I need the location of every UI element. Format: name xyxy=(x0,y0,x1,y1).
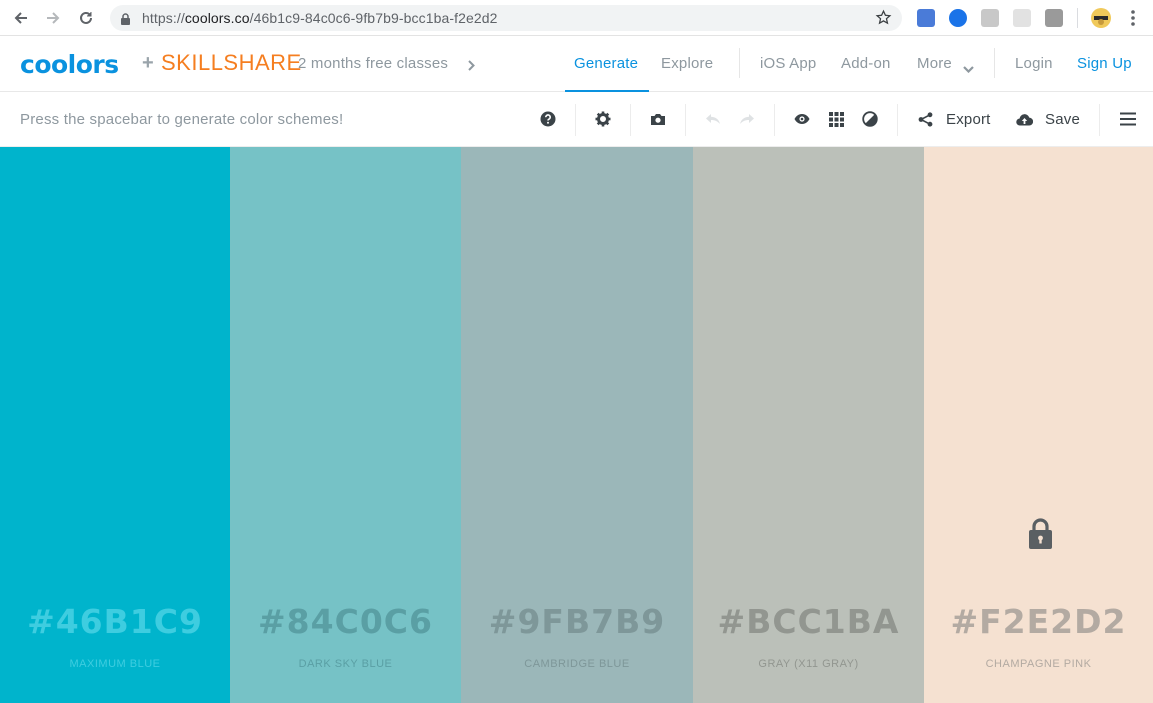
signup-link[interactable]: Sign Up xyxy=(1077,55,1132,72)
url-text: https://coolors.co/46b1c9-84c0c6-9fb7b9-… xyxy=(142,10,498,26)
color-palette: #46B1C9 MAXIMUM BLUE #84C0C6 DARK SKY BL… xyxy=(0,147,1153,703)
help-icon[interactable] xyxy=(539,110,557,128)
plus-sign: + xyxy=(142,52,154,74)
browser-menu-icon[interactable] xyxy=(1126,8,1140,28)
color-swatch[interactable]: #46B1C9 MAXIMUM BLUE xyxy=(0,147,230,703)
eye-icon[interactable] xyxy=(793,110,811,128)
nav-add-on[interactable]: Add-on xyxy=(841,55,891,72)
nav-generate[interactable]: Generate xyxy=(574,55,638,72)
generator-toolbar: Press the spacebar to generate color sch… xyxy=(0,92,1153,147)
login-link[interactable]: Login xyxy=(1015,55,1053,72)
back-arrow-icon[interactable] xyxy=(11,8,31,28)
lock-icon[interactable] xyxy=(1028,518,1053,554)
lock-icon xyxy=(120,12,131,30)
reload-icon[interactable] xyxy=(76,8,96,28)
hex-code[interactable]: #84C0C6 xyxy=(230,602,461,641)
extension-light-icon[interactable] xyxy=(1013,9,1031,27)
hex-code[interactable]: #9FB7B9 xyxy=(461,602,693,641)
contrast-icon[interactable] xyxy=(861,110,879,128)
nav-more[interactable]: More xyxy=(917,55,952,72)
export-button[interactable]: Export xyxy=(946,111,991,128)
promo-link[interactable]: 2 months free classes xyxy=(298,55,448,72)
address-bar[interactable]: https://coolors.co/46b1c9-84c0c6-9fb7b9-… xyxy=(110,5,902,31)
translate-extension-icon[interactable] xyxy=(917,9,935,27)
hamburger-menu-icon[interactable] xyxy=(1119,110,1137,128)
settings-gear-icon[interactable] xyxy=(594,110,612,128)
color-swatch[interactable]: #BCC1BA GRAY (X11 GRAY) xyxy=(693,147,924,703)
color-name: CAMBRIDGE BLUE xyxy=(524,658,630,670)
hex-code[interactable]: #46B1C9 xyxy=(0,602,230,641)
share-icon[interactable] xyxy=(916,110,934,128)
redo-icon[interactable] xyxy=(738,110,756,128)
hex-code[interactable]: #F2E2D2 xyxy=(924,602,1153,641)
extension-gray-icon[interactable] xyxy=(981,9,999,27)
color-name: CHAMPAGNE PINK xyxy=(985,658,1092,670)
profile-avatar[interactable] xyxy=(1091,8,1111,28)
cloud-upload-icon[interactable] xyxy=(1015,110,1033,128)
save-button[interactable]: Save xyxy=(1045,111,1080,128)
spacebar-hint: Press the spacebar to generate color sch… xyxy=(20,111,344,128)
hex-code[interactable]: #BCC1BA xyxy=(693,602,924,641)
color-swatch[interactable]: #9FB7B9 CAMBRIDGE BLUE xyxy=(461,147,693,703)
grid-view-icon[interactable] xyxy=(827,110,845,128)
extension-blue-icon[interactable] xyxy=(949,9,967,27)
nav-ios-app[interactable]: iOS App xyxy=(760,55,816,72)
extension-s-icon[interactable] xyxy=(1045,9,1063,27)
bookmark-star-icon[interactable] xyxy=(875,9,892,31)
site-header: coolors + SKILLSHARE 2 months free class… xyxy=(0,36,1153,92)
coolors-logo[interactable]: coolors xyxy=(20,50,119,79)
skillshare-logo[interactable]: SKILLSHARE xyxy=(161,50,302,76)
color-name: GRAY (X11 GRAY) xyxy=(758,658,859,670)
browser-chrome: https://coolors.co/46b1c9-84c0c6-9fb7b9-… xyxy=(0,0,1153,36)
camera-icon[interactable] xyxy=(649,110,667,128)
color-swatch[interactable]: #84C0C6 DARK SKY BLUE xyxy=(230,147,461,703)
undo-icon[interactable] xyxy=(704,110,722,128)
forward-arrow-icon[interactable] xyxy=(43,8,63,28)
color-swatch[interactable]: #F2E2D2 CHAMPAGNE PINK xyxy=(924,147,1153,703)
chevron-right-icon xyxy=(468,58,475,76)
chevron-down-icon[interactable] xyxy=(963,60,974,78)
color-name: DARK SKY BLUE xyxy=(298,658,393,670)
nav-explore[interactable]: Explore xyxy=(661,55,713,72)
color-name: MAXIMUM BLUE xyxy=(69,658,161,670)
